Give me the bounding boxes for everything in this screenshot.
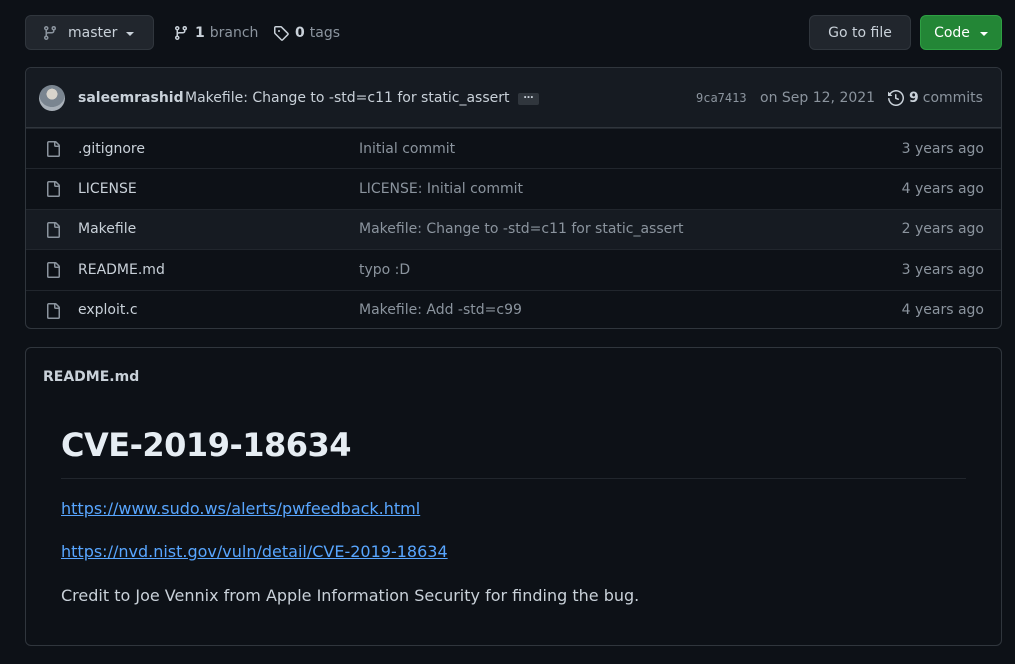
readme-link-nvd[interactable]: https://nvd.nist.gov/vuln/detail/CVE-201…: [61, 542, 448, 561]
tag-label: tags: [309, 24, 340, 41]
go-to-file-button[interactable]: Go to file: [809, 15, 911, 50]
chevron-down-icon: [979, 31, 988, 36]
expand-commit-button[interactable]: …: [518, 91, 539, 105]
tags-link[interactable]: 0 tags: [273, 15, 340, 50]
file-name[interactable]: exploit.c: [78, 302, 138, 318]
readme-panel: README.md CVE-2019-18634 https://www.sud…: [25, 347, 1002, 646]
file-list: saleemrashid Makefile: Change to -std=c1…: [25, 67, 1002, 329]
latest-commit-bar: saleemrashid Makefile: Change to -std=c1…: [26, 68, 1001, 128]
file-age: 4 years ago: [901, 181, 984, 198]
repo-toolbar: master 1 branch 0 tags Go to file Code: [25, 15, 1002, 50]
history-icon: [888, 89, 904, 106]
commit-sha[interactable]: 9ca7413: [696, 91, 747, 105]
file-icon: [47, 262, 60, 279]
branch-count: 1: [195, 24, 205, 41]
readme-link-sudo[interactable]: https://www.sudo.ws/alerts/pwfeedback.ht…: [61, 499, 420, 518]
file-commit-message[interactable]: Initial commit: [359, 141, 455, 157]
commit-date: on Sep 12, 2021: [760, 89, 876, 106]
avatar[interactable]: [39, 85, 65, 111]
commit-label: commits: [922, 89, 983, 106]
file-row[interactable]: README.md typo :D 3 years ago: [26, 249, 1001, 289]
branch-name: master: [68, 24, 118, 41]
file-commit-message[interactable]: Makefile: Add -std=c99: [359, 302, 522, 318]
branch-select-button[interactable]: master: [25, 15, 154, 50]
file-commit-message[interactable]: Makefile: Change to -std=c11 for static_…: [359, 221, 684, 237]
file-name[interactable]: Makefile: [78, 221, 136, 237]
tag-icon: [274, 25, 289, 41]
file-commit-message[interactable]: typo :D: [359, 262, 410, 278]
divider: [61, 478, 966, 479]
file-age: 2 years ago: [901, 221, 984, 238]
file-age: 3 years ago: [901, 140, 984, 157]
file-name[interactable]: LICENSE: [78, 181, 137, 197]
commit-message[interactable]: Makefile: Change to -std=c11 for static_…: [185, 90, 510, 106]
tag-count: 0: [295, 24, 305, 41]
branches-link[interactable]: 1 branch: [173, 15, 258, 50]
file-icon: [47, 221, 60, 238]
git-branch-icon: [174, 25, 187, 40]
file-icon: [47, 181, 60, 198]
file-row[interactable]: .gitignore Initial commit 3 years ago: [26, 128, 1001, 168]
commit-author[interactable]: saleemrashid: [78, 90, 184, 106]
file-row[interactable]: LICENSE LICENSE: Initial commit 4 years …: [26, 168, 1001, 208]
commit-count: 9: [909, 89, 919, 106]
file-age: 3 years ago: [901, 261, 984, 278]
git-branch-icon: [43, 25, 56, 40]
readme-credit: Credit to Joe Vennix from Apple Informat…: [61, 586, 640, 605]
commits-link[interactable]: 9 commits: [888, 90, 983, 106]
file-icon: [47, 141, 60, 157]
branch-label: branch: [209, 24, 259, 41]
file-commit-message[interactable]: LICENSE: Initial commit: [359, 181, 523, 197]
readme-heading: CVE-2019-18634: [61, 426, 352, 464]
file-name[interactable]: .gitignore: [78, 141, 145, 157]
code-button[interactable]: Code: [920, 15, 1002, 50]
file-name[interactable]: README.md: [78, 262, 165, 278]
code-button-label: Code: [934, 24, 970, 41]
readme-file-label[interactable]: README.md: [43, 369, 139, 385]
file-row[interactable]: exploit.c Makefile: Add -std=c99 4 years…: [26, 289, 1001, 328]
file-icon: [47, 302, 60, 319]
chevron-down-icon: [126, 31, 135, 36]
file-row[interactable]: Makefile Makefile: Change to -std=c11 fo…: [26, 208, 1001, 250]
file-age: 4 years ago: [901, 302, 984, 319]
